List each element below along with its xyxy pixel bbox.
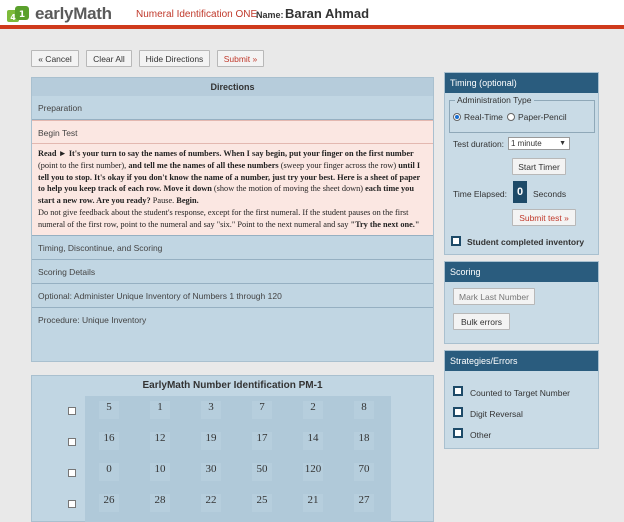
section-preparation[interactable]: Preparation bbox=[32, 96, 433, 120]
completed-inventory-checkbox[interactable] bbox=[451, 236, 461, 246]
number-cell[interactable]: 22 bbox=[201, 494, 221, 512]
counted-target-checkbox[interactable] bbox=[453, 386, 463, 396]
number-cell[interactable]: 7 bbox=[252, 401, 272, 419]
seconds-label: Seconds bbox=[533, 189, 567, 199]
timing-title: Timing (optional) bbox=[445, 73, 598, 93]
submit-test-button[interactable]: Submit test » bbox=[512, 209, 576, 226]
number-cell[interactable]: 21 bbox=[303, 494, 323, 512]
section-scoring-details[interactable]: Scoring Details bbox=[32, 260, 433, 284]
top-bar: 1 4 earlyMath Numeral Identification ONE… bbox=[0, 0, 624, 27]
timing-panel: Timing (optional) Administration Type Re… bbox=[444, 72, 599, 255]
row-checkbox[interactable] bbox=[68, 469, 76, 477]
number-cell[interactable]: 0 bbox=[99, 463, 119, 481]
number-cell[interactable]: 30 bbox=[201, 463, 221, 481]
paper-pencil-label: Paper-Pencil bbox=[518, 112, 567, 122]
number-cell[interactable]: 10 bbox=[150, 463, 170, 481]
chevron-down-icon: ▼ bbox=[559, 140, 566, 147]
directions-title: Directions bbox=[32, 78, 433, 96]
script-part-1: It's your turn to say the names of numbe… bbox=[68, 149, 414, 158]
duration-select[interactable]: 1 minute ▼ bbox=[508, 137, 570, 150]
other-label: Other bbox=[470, 430, 492, 440]
logo-text: earlyMath bbox=[35, 4, 112, 23]
admin-type-legend: Administration Type bbox=[455, 95, 534, 105]
number-cell[interactable]: 19 bbox=[201, 432, 221, 450]
number-cell[interactable]: 17 bbox=[252, 432, 272, 450]
number-cell[interactable]: 50 bbox=[252, 463, 272, 481]
elapsed-value: 0 bbox=[513, 181, 527, 203]
number-cell[interactable]: 16 bbox=[99, 432, 119, 450]
number-cell[interactable]: 2 bbox=[303, 401, 323, 419]
realtime-label: Real-Time bbox=[464, 112, 503, 122]
clear-all-button[interactable]: Clear All bbox=[86, 50, 132, 67]
earlymath-logo: 1 4 earlyMath bbox=[6, 4, 112, 24]
strategies-title: Strategies/Errors bbox=[445, 351, 598, 371]
script-part-2: and tell me the names of all these numbe… bbox=[128, 160, 279, 170]
row-checkbox[interactable] bbox=[68, 407, 76, 415]
number-area bbox=[85, 396, 391, 522]
number-cell[interactable]: 12 bbox=[150, 432, 170, 450]
other-checkbox[interactable] bbox=[453, 428, 463, 438]
script-part-5: Begin. bbox=[176, 196, 199, 206]
number-cell[interactable]: 8 bbox=[354, 401, 374, 419]
script-stage-2: (sweep your finger across the row) bbox=[280, 160, 397, 170]
script-stage-3: (show the motion of moving the sheet dow… bbox=[213, 184, 364, 194]
counted-target-label: Counted to Target Number bbox=[470, 388, 571, 398]
digit-reversal-checkbox[interactable] bbox=[453, 407, 463, 417]
submit-button[interactable]: Submit » bbox=[217, 50, 264, 67]
script-stage-1: (point to the first number), bbox=[38, 160, 127, 170]
cancel-button[interactable]: « Cancel bbox=[31, 50, 79, 67]
start-timer-button[interactable]: Start Timer bbox=[512, 158, 566, 175]
begin-test-script: Read ► It's your turn to say the names o… bbox=[32, 144, 433, 236]
number-cell[interactable]: 14 bbox=[303, 432, 323, 450]
number-cell[interactable]: 1 bbox=[150, 401, 170, 419]
number-cell[interactable]: 120 bbox=[303, 463, 323, 481]
duration-value: 1 minute bbox=[511, 139, 542, 148]
number-cell[interactable]: 25 bbox=[252, 494, 272, 512]
svg-text:4: 4 bbox=[10, 13, 16, 22]
digit-reversal-label: Digit Reversal bbox=[470, 409, 523, 419]
section-procedure[interactable]: Procedure: Unique Inventory bbox=[32, 308, 433, 332]
script-stage-4: Pause. bbox=[152, 196, 175, 206]
read-label: Read ► bbox=[38, 149, 67, 158]
logo-icon: 1 4 bbox=[6, 5, 32, 24]
number-cell[interactable]: 28 bbox=[150, 494, 170, 512]
scoring-title: Scoring bbox=[445, 262, 598, 282]
scoring-panel: Scoring Mark Last Number Bulk errors bbox=[444, 261, 599, 344]
script-note-end: "Try the next one." bbox=[350, 219, 420, 229]
number-cell[interactable]: 5 bbox=[99, 401, 119, 419]
duration-label: Test duration: bbox=[453, 139, 505, 149]
svg-text:1: 1 bbox=[19, 10, 25, 20]
mark-last-number-button[interactable]: Mark Last Number bbox=[453, 288, 535, 305]
number-cell[interactable]: 18 bbox=[354, 432, 374, 450]
number-cell[interactable]: 3 bbox=[201, 401, 221, 419]
grid-title: EarlyMath Number Identification PM-1 bbox=[142, 380, 323, 391]
hide-directions-button[interactable]: Hide Directions bbox=[139, 50, 210, 67]
paper-pencil-radio[interactable] bbox=[507, 113, 515, 121]
directions-panel: Directions Preparation Begin Test Read ►… bbox=[31, 77, 434, 362]
assessment-title: Numeral Identification ONE bbox=[136, 9, 258, 20]
strategies-panel: Strategies/Errors Counted to Target Numb… bbox=[444, 350, 599, 449]
number-cell[interactable]: 70 bbox=[354, 463, 374, 481]
bulk-errors-button[interactable]: Bulk errors bbox=[453, 313, 510, 330]
section-begin-test[interactable]: Begin Test bbox=[32, 120, 433, 144]
row-checkbox[interactable] bbox=[68, 500, 76, 508]
number-cell[interactable]: 26 bbox=[99, 494, 119, 512]
realtime-radio[interactable] bbox=[453, 113, 461, 121]
elapsed-label: Time Elapsed: bbox=[453, 189, 508, 199]
section-optional-inventory[interactable]: Optional: Administer Unique Inventory of… bbox=[32, 284, 433, 308]
row-checkbox[interactable] bbox=[68, 438, 76, 446]
number-cell[interactable]: 27 bbox=[354, 494, 374, 512]
section-timing[interactable]: Timing, Discontinue, and Scoring bbox=[32, 236, 433, 260]
name-label: Name: bbox=[256, 10, 284, 20]
student-name: Baran Ahmad bbox=[285, 6, 370, 21]
completed-inventory-label: Student completed inventory bbox=[467, 237, 585, 247]
